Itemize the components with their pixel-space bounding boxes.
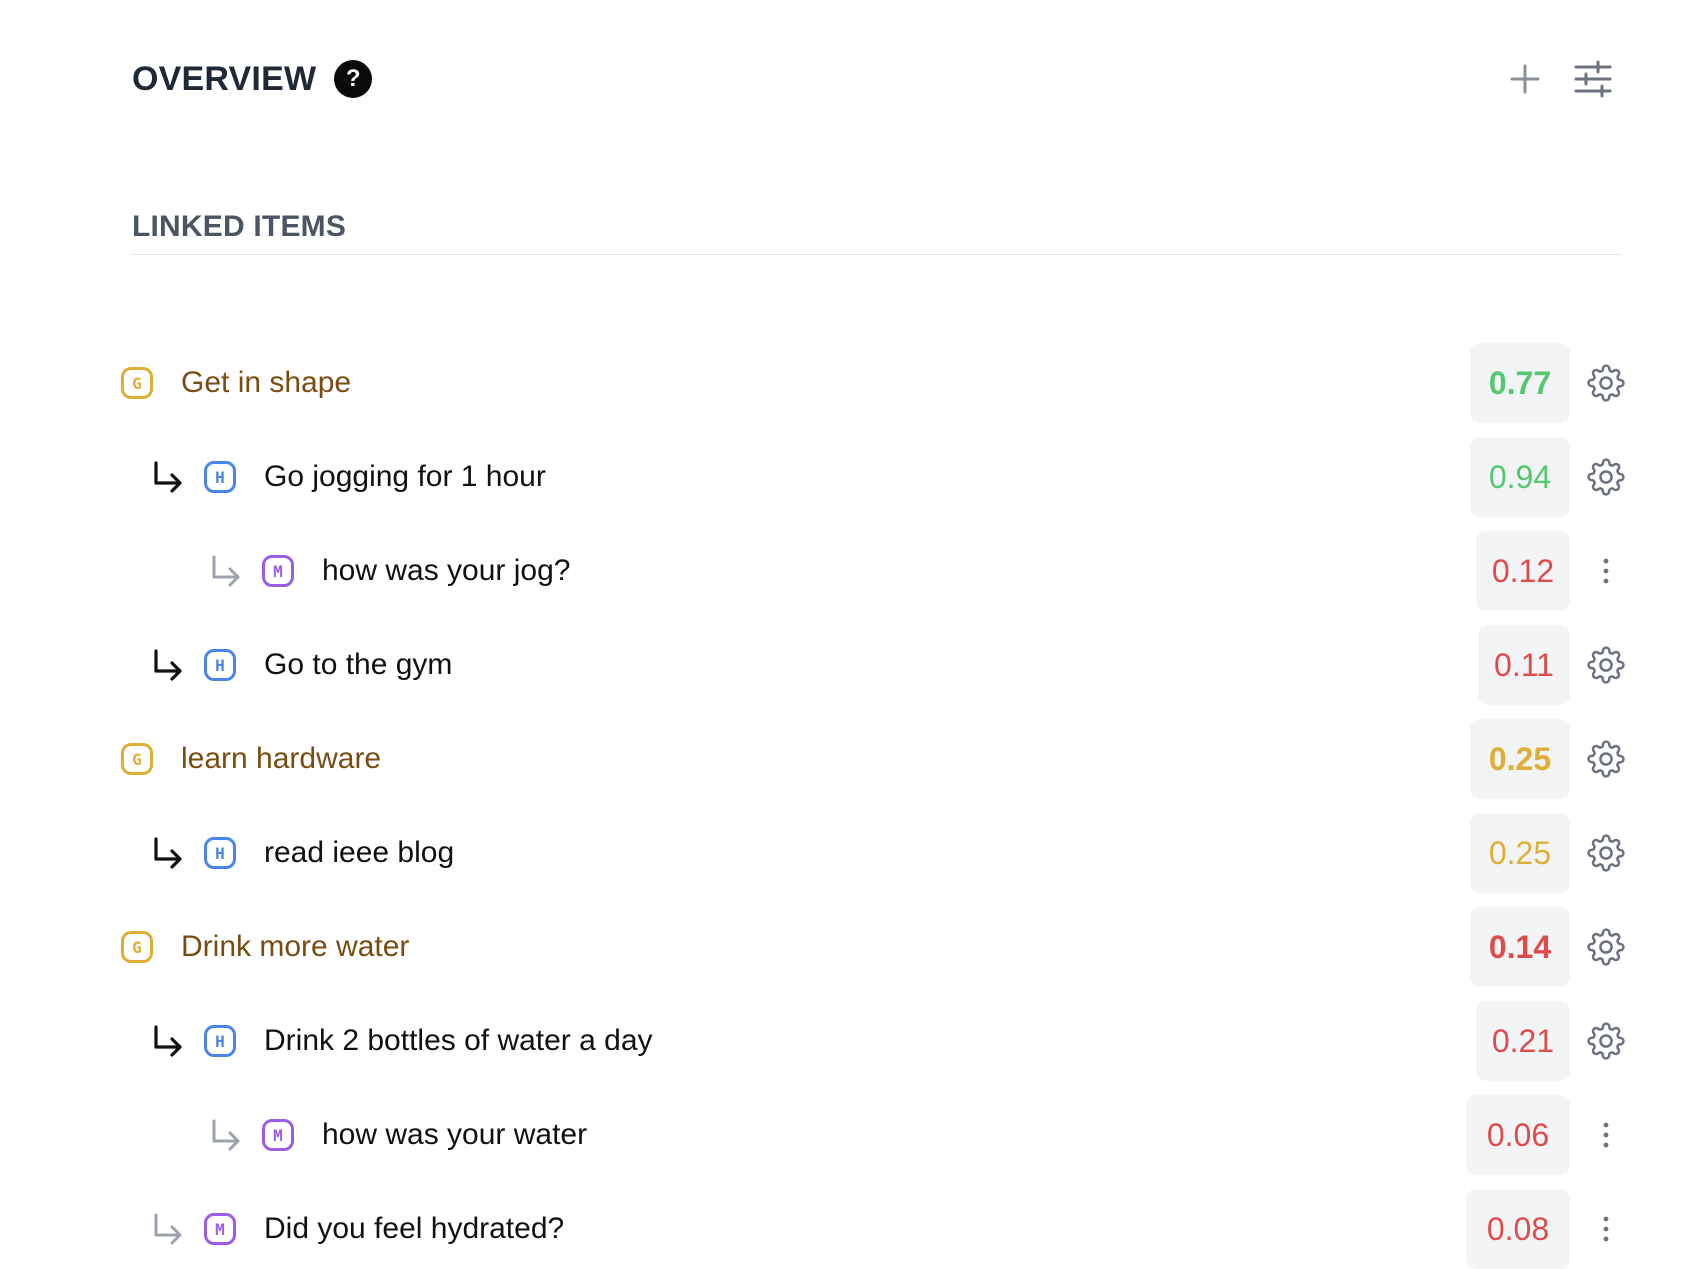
habit-type-icon: H <box>204 649 236 681</box>
title-wrap: OVERVIEW ? <box>132 59 373 99</box>
child-arrow-icon <box>148 832 190 874</box>
gear-icon <box>1587 928 1625 966</box>
habit-type-icon: H <box>204 461 236 493</box>
gear-icon <box>1587 740 1625 778</box>
list-item[interactable]: H Go jogging for 1 hour 0.94 <box>0 437 1706 517</box>
header-actions <box>1504 58 1614 100</box>
item-label: Drink more water <box>181 930 410 963</box>
list-item[interactable]: G learn hardware 0.25 <box>0 719 1706 799</box>
item-label: how was your jog? <box>322 554 571 587</box>
section-title: LINKED ITEMS <box>132 210 347 243</box>
gear-icon <box>1587 834 1625 872</box>
score-badge: 0.06 <box>1466 1095 1570 1175</box>
list-item[interactable]: M how was your water 0.06 <box>0 1095 1706 1175</box>
list-item[interactable]: M Did you feel hydrated? 0.08 <box>0 1189 1706 1269</box>
habit-type-icon: H <box>204 837 236 869</box>
gear-icon <box>1587 646 1625 684</box>
filter-button[interactable] <box>1572 58 1614 100</box>
score-badge: 0.12 <box>1476 531 1570 611</box>
item-label: Go to the gym <box>264 648 453 681</box>
item-label: Go jogging for 1 hour <box>264 460 546 493</box>
child-arrow-icon <box>148 1020 190 1062</box>
list-item[interactable]: H Go to the gym 0.11 <box>0 625 1706 705</box>
child-arrow-icon <box>206 1114 248 1156</box>
settings-button[interactable] <box>1584 361 1628 405</box>
score-badge: 0.25 <box>1470 719 1570 799</box>
score-badge: 0.77 <box>1470 343 1570 423</box>
more-button[interactable] <box>1586 1115 1626 1155</box>
list-item[interactable]: H Drink 2 bottles of water a day 0.21 <box>0 1001 1706 1081</box>
gear-icon <box>1587 364 1625 402</box>
list-item[interactable]: M how was your jog? 0.12 <box>0 531 1706 611</box>
sliders-icon <box>1574 60 1612 98</box>
overview-header: OVERVIEW ? <box>132 52 1614 106</box>
item-label: Get in shape <box>181 366 352 399</box>
score-badge: 0.25 <box>1470 813 1570 893</box>
settings-button[interactable] <box>1584 737 1628 781</box>
item-label: how was your water <box>322 1118 588 1151</box>
settings-button[interactable] <box>1584 643 1628 687</box>
goal-type-icon: G <box>121 367 153 399</box>
item-label: Did you feel hydrated? <box>264 1212 565 1245</box>
more-vertical-icon <box>1603 558 1609 584</box>
score-badge: 0.14 <box>1470 907 1570 987</box>
child-arrow-icon <box>148 644 190 686</box>
score-badge: 0.94 <box>1470 437 1570 517</box>
settings-button[interactable] <box>1584 1019 1628 1063</box>
page-title: OVERVIEW <box>132 59 317 98</box>
settings-button[interactable] <box>1584 925 1628 969</box>
list-item[interactable]: G Get in shape 0.77 <box>0 343 1706 423</box>
section-divider <box>132 254 1622 255</box>
help-icon[interactable]: ? <box>334 60 373 98</box>
score-badge: 0.08 <box>1466 1189 1570 1269</box>
child-arrow-icon <box>148 1208 190 1250</box>
item-label: learn hardware <box>181 742 382 775</box>
settings-button[interactable] <box>1584 455 1628 499</box>
more-vertical-icon <box>1603 1122 1609 1148</box>
child-arrow-icon <box>206 550 248 592</box>
item-label: read ieee blog <box>264 836 455 869</box>
list-item[interactable]: H read ieee blog 0.25 <box>0 813 1706 893</box>
habit-type-icon: H <box>204 1025 236 1057</box>
more-button[interactable] <box>1586 551 1626 591</box>
more-vertical-icon <box>1603 1216 1609 1242</box>
linked-items-section: LINKED ITEMS <box>132 210 1622 255</box>
goal-type-icon: G <box>121 743 153 775</box>
more-button[interactable] <box>1586 1209 1626 1249</box>
add-button[interactable] <box>1504 58 1546 100</box>
plus-icon <box>1510 64 1540 94</box>
metric-type-icon: M <box>262 1119 294 1151</box>
item-label: Drink 2 bottles of water a day <box>264 1024 653 1057</box>
metric-type-icon: M <box>262 555 294 587</box>
metric-type-icon: M <box>204 1213 236 1245</box>
gear-icon <box>1587 458 1625 496</box>
gear-icon <box>1587 1022 1625 1060</box>
score-badge: 0.21 <box>1476 1001 1570 1081</box>
score-badge: 0.11 <box>1478 625 1570 705</box>
list-item[interactable]: G Drink more water 0.14 <box>0 907 1706 987</box>
goal-type-icon: G <box>121 931 153 963</box>
child-arrow-icon <box>148 456 190 498</box>
settings-button[interactable] <box>1584 831 1628 875</box>
